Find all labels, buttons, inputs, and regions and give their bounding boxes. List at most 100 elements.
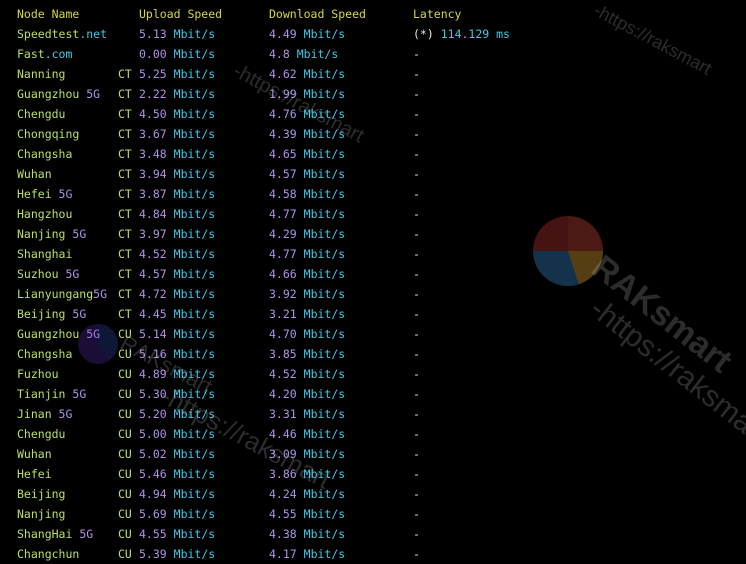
node-name-suffix: 5G — [51, 407, 73, 421]
download-unit: Mbit/s — [303, 267, 346, 281]
download-unit: Mbit/s — [303, 427, 346, 441]
upload-speed: 3.94 Mbit/s — [139, 164, 215, 184]
upload-speed: 5.46 Mbit/s — [139, 464, 215, 484]
header-node-name: Node Name — [17, 7, 80, 21]
node-name-base: Chengdu — [17, 427, 66, 441]
download-value: 4.24 — [269, 487, 297, 501]
latency: - — [413, 444, 420, 464]
download-speed: 4.20 Mbit/s — [269, 384, 345, 404]
upload-unit: Mbit/s — [173, 507, 216, 521]
table-row: Jinan 5G CU 5.20 Mbit/s 3.31 Mbit/s - — [0, 404, 746, 424]
isp-label: CU — [118, 467, 132, 481]
latency-value: - — [413, 127, 420, 141]
node-name-base: Wuhan — [17, 447, 52, 461]
table-row: Nanjing 5G CT 3.97 Mbit/s 4.29 Mbit/s - — [0, 224, 746, 244]
node-name: Nanning — [17, 64, 65, 84]
latency-value: - — [413, 527, 420, 541]
node-name-base: Shanghai — [17, 247, 73, 261]
latency: - — [413, 164, 420, 184]
node-name: Jinan 5G — [17, 404, 72, 424]
latency: - — [413, 124, 420, 144]
latency-value: 114.129 ms — [440, 27, 510, 41]
latency-value: - — [413, 147, 420, 161]
table-row: Beijing CU 4.94 Mbit/s 4.24 Mbit/s - — [0, 484, 746, 504]
upload-unit: Mbit/s — [173, 267, 216, 281]
download-speed: 4.58 Mbit/s — [269, 184, 345, 204]
node-name-base: Nanning — [17, 67, 66, 81]
download-speed: 4.77 Mbit/s — [269, 244, 345, 264]
table-row: Chengdu CT 4.50 Mbit/s 4.76 Mbit/s - — [0, 104, 746, 124]
latency-value: - — [413, 167, 420, 181]
node-name-base: Hangzhou — [17, 207, 73, 221]
latency: - — [413, 104, 420, 124]
download-value: 4.29 — [269, 227, 297, 241]
upload-unit: Mbit/s — [173, 187, 216, 201]
terminal-window[interactable]: Node Name Upload Speed Download Speed La… — [0, 0, 746, 562]
latency-value: - — [413, 447, 420, 461]
download-value: 4.49 — [269, 27, 297, 41]
node-name-base: Speedtest — [17, 27, 80, 41]
latency: - — [413, 544, 420, 564]
upload-speed: 5.25 Mbit/s — [139, 64, 215, 84]
header-upload-speed: Upload Speed — [139, 7, 223, 21]
download-value: 4.57 — [269, 167, 297, 181]
node-name: Changsha — [17, 144, 72, 164]
upload-value: 3.67 — [139, 127, 167, 141]
download-value: 3.85 — [269, 347, 297, 361]
download-unit: Mbit/s — [303, 67, 346, 81]
latency: - — [413, 404, 420, 424]
node-name: Wuhan — [17, 444, 52, 464]
node-name: Suzhou 5G — [17, 264, 79, 284]
node-name-base: Nanjing — [17, 227, 66, 241]
table-row: Nanning CT 5.25 Mbit/s 4.62 Mbit/s - — [0, 64, 746, 84]
node-name: Shanghai — [17, 244, 72, 264]
upload-speed: 3.97 Mbit/s — [139, 224, 215, 244]
isp-label: CU — [118, 447, 132, 461]
table-row: Chengdu CU 5.00 Mbit/s 4.46 Mbit/s - — [0, 424, 746, 444]
latency-value: - — [413, 507, 420, 521]
upload-speed: 3.48 Mbit/s — [139, 144, 215, 164]
download-speed: 4.57 Mbit/s — [269, 164, 345, 184]
download-unit: Mbit/s — [303, 547, 346, 561]
isp-label: CT — [118, 207, 132, 221]
download-unit: Mbit/s — [303, 507, 346, 521]
upload-value: 5.69 — [139, 507, 167, 521]
upload-unit: Mbit/s — [173, 467, 216, 481]
node-name-base: Hefei — [17, 187, 52, 201]
node-name: Hangzhou — [17, 204, 72, 224]
upload-unit: Mbit/s — [173, 167, 216, 181]
upload-unit: Mbit/s — [173, 487, 216, 501]
download-value: 4.58 — [269, 187, 297, 201]
upload-value: 5.13 — [139, 27, 167, 41]
header-latency: Latency — [413, 7, 462, 21]
table-row: Fuzhou CU 4.89 Mbit/s 4.52 Mbit/s - — [0, 364, 746, 384]
download-unit: Mbit/s — [303, 27, 346, 41]
upload-value: 5.02 — [139, 447, 167, 461]
upload-unit: Mbit/s — [173, 107, 216, 121]
node-name: Fuzhou — [17, 364, 59, 384]
latency-value: - — [413, 367, 420, 381]
download-value: 4.70 — [269, 327, 297, 341]
upload-speed: 4.84 Mbit/s — [139, 204, 215, 224]
download-unit: Mbit/s — [303, 307, 346, 321]
upload-unit: Mbit/s — [173, 67, 216, 81]
download-value: 4.77 — [269, 207, 297, 221]
node-name: Nanjing — [17, 504, 65, 524]
download-unit: Mbit/s — [303, 147, 346, 161]
node-name: Beijing 5G — [17, 304, 86, 324]
node-name-base: Changsha — [17, 347, 73, 361]
download-speed: 4.17 Mbit/s — [269, 544, 345, 564]
table-row: Fast.com 0.00 Mbit/s 4.8 Mbit/s - — [0, 44, 746, 64]
upload-value: 3.94 — [139, 167, 167, 181]
latency-value: - — [413, 427, 420, 441]
isp-label: CT — [118, 127, 132, 141]
latency: - — [413, 64, 420, 84]
isp-label: CT — [118, 67, 132, 81]
upload-unit: Mbit/s — [173, 47, 216, 61]
upload-speed: 5.13 Mbit/s — [139, 24, 215, 44]
latency: - — [413, 484, 420, 504]
latency: - — [413, 424, 420, 444]
node-name-base: Chengdu — [17, 107, 66, 121]
node-name-base: Wuhan — [17, 167, 52, 181]
download-speed: 4.49 Mbit/s — [269, 24, 345, 44]
